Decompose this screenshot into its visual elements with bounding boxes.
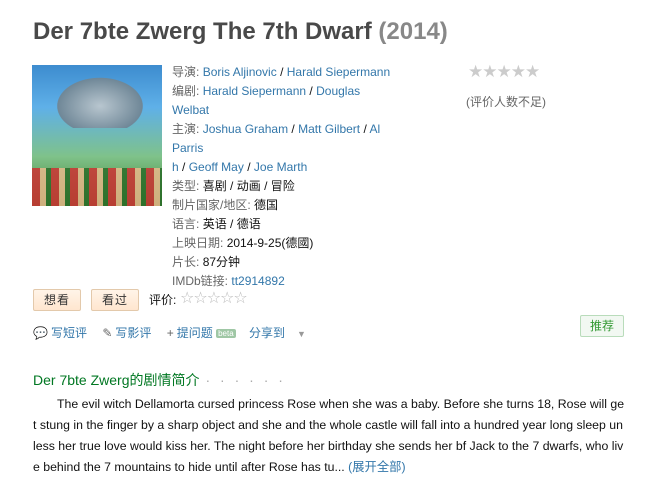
language-value: 英语 / 德语 bbox=[202, 217, 261, 231]
action-bar: 💬 写短评 ✎ 写影评 + 提问题 beta 分享到 ▼ bbox=[33, 324, 306, 341]
country-row: 制片国家/地区: 德国 bbox=[172, 196, 397, 215]
language-row: 语言: 英语 / 德语 bbox=[172, 215, 397, 234]
writer-row: 编剧: Harald Siepermann / Douglas Welbat bbox=[172, 84, 361, 117]
synopsis-text: The evil witch Dellamorta cursed princes… bbox=[33, 397, 625, 474]
rate-label: 评价: bbox=[149, 293, 177, 307]
runtime-label: 片长: bbox=[172, 255, 200, 269]
runtime-row: 片长: 87分钟 bbox=[172, 253, 397, 272]
synopsis-title: Der 7bte Zwerg的剧情简介 bbox=[33, 372, 200, 388]
page-title: Der 7bte Zwerg The 7th Dwarf (2014) bbox=[33, 18, 448, 46]
ask-question-link[interactable]: 提问题 bbox=[177, 326, 213, 340]
imdb-link[interactable]: tt2914892 bbox=[231, 274, 284, 288]
chevron-down-icon[interactable]: ▼ bbox=[297, 329, 306, 339]
synopsis-heading: Der 7bte Zwerg的剧情简介 · · · · · · bbox=[33, 370, 286, 390]
cast-label: 主演: bbox=[172, 122, 200, 136]
expand-all-link[interactable]: (展开全部) bbox=[348, 460, 405, 474]
cast-link[interactable]: h bbox=[172, 160, 179, 174]
genre-value: 喜剧 bbox=[202, 179, 227, 193]
movie-poster[interactable] bbox=[32, 65, 162, 206]
synopsis-dots: · · · · · · bbox=[205, 372, 286, 388]
movie-title: Der 7bte Zwerg The 7th Dwarf bbox=[33, 18, 372, 45]
director-link[interactable]: Harald Siepermann bbox=[287, 65, 390, 79]
director-link[interactable]: Boris Aljinovic bbox=[203, 65, 277, 79]
imdb-label: IMDb链接: bbox=[172, 274, 229, 288]
share-link[interactable]: 分享到 bbox=[249, 326, 285, 340]
want-to-watch-button[interactable]: 想看 bbox=[33, 289, 81, 311]
rate-star-input[interactable]: ☆☆☆☆☆ bbox=[180, 288, 248, 308]
cast-link[interactable]: Joshua Graham bbox=[203, 122, 288, 136]
release-label: 上映日期: bbox=[172, 236, 224, 250]
release-value: 2014-9-25(德國) bbox=[226, 236, 314, 250]
rating-star-icons: ★★★★★ bbox=[468, 62, 540, 81]
director-label: 导演: bbox=[172, 65, 200, 79]
cast-link[interactable]: Joe Marth bbox=[254, 160, 307, 174]
genre-label: 类型: bbox=[172, 179, 200, 193]
watched-button[interactable]: 看过 bbox=[91, 289, 139, 311]
recommend-button[interactable]: 推荐 bbox=[580, 315, 624, 337]
genre-value: 动画 bbox=[236, 179, 261, 193]
write-short-review-link[interactable]: 写短评 bbox=[51, 326, 87, 340]
pencil-icon: ✎ bbox=[102, 326, 113, 340]
genre-row: 类型: 喜剧 / 动画 / 冒险 bbox=[172, 179, 295, 193]
writer-label: 编剧: bbox=[172, 84, 200, 98]
cast-link[interactable]: Geoff May bbox=[189, 160, 244, 174]
director-row: 导演: Boris Aljinovic / Harald Siepermann bbox=[172, 65, 391, 79]
rating-stars: ★★★★★ bbox=[468, 62, 540, 82]
comment-icon: 💬 bbox=[33, 326, 48, 340]
poster-dwarfs-art bbox=[32, 168, 162, 206]
cast-link[interactable]: Matt Gilbert bbox=[298, 122, 360, 136]
release-row: 上映日期: 2014-9-25(德國) bbox=[172, 234, 397, 253]
writer-link[interactable]: Harald Siepermann bbox=[203, 84, 306, 98]
runtime-value: 87分钟 bbox=[202, 255, 241, 269]
language-label: 语言: bbox=[172, 217, 200, 231]
country-value: 德国 bbox=[254, 198, 279, 212]
cast-row: 主演: Joshua Graham / Matt Gilbert / Al Pa… bbox=[172, 122, 381, 174]
movie-info: 导演: Boris Aljinovic / Harald Siepermann … bbox=[172, 63, 397, 291]
movie-year: (2014) bbox=[378, 18, 448, 45]
write-review-link[interactable]: 写影评 bbox=[115, 326, 151, 340]
synopsis-body: The evil witch Dellamorta cursed princes… bbox=[33, 394, 625, 478]
rating-note: (评价人数不足) bbox=[466, 95, 546, 109]
genre-value: 冒险 bbox=[270, 179, 295, 193]
poster-dragon-art bbox=[50, 73, 150, 128]
plus-icon: + bbox=[166, 326, 174, 340]
country-label: 制片国家/地区: bbox=[172, 198, 251, 212]
beta-badge: beta bbox=[216, 329, 236, 338]
